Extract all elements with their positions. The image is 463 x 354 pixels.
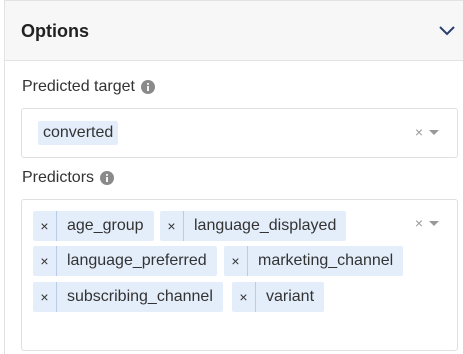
tag-label: language_displayed xyxy=(194,217,337,234)
predictors-label: Predictors xyxy=(22,169,95,186)
options-panel: Options Predicted target converted × Pre… xyxy=(4,0,463,354)
remove-tag-icon[interactable]: × xyxy=(33,211,57,241)
clear-selection-icon[interactable]: × xyxy=(415,215,423,231)
options-header[interactable]: Options xyxy=(5,1,463,61)
predicted-target-select[interactable]: converted × xyxy=(21,108,458,158)
predictor-tag: × language_preferred xyxy=(33,246,217,276)
tag-label: language_preferred xyxy=(67,252,207,269)
info-icon[interactable] xyxy=(140,80,155,94)
tag-label: converted xyxy=(43,124,114,141)
predictors-select[interactable]: × age_group × language_displayed × langu… xyxy=(21,199,458,351)
predictor-tag: × language_displayed xyxy=(160,211,347,241)
tag-label: marketing_channel xyxy=(258,252,394,269)
predictor-tag: × marketing_channel xyxy=(224,246,404,276)
options-title: Options xyxy=(21,21,89,41)
remove-tag-icon[interactable]: × xyxy=(232,282,256,312)
remove-tag-icon[interactable]: × xyxy=(160,211,184,241)
info-icon[interactable] xyxy=(100,171,115,185)
selected-tag: converted xyxy=(38,121,119,145)
remove-tag-icon[interactable]: × xyxy=(33,282,57,312)
dropdown-arrow-icon[interactable] xyxy=(429,221,439,226)
predicted-target-label-row: Predicted target xyxy=(22,78,155,96)
predictor-tag: × variant xyxy=(232,282,325,312)
predictor-tag: × subscribing_channel xyxy=(33,282,223,312)
predictors-label-row: Predictors xyxy=(22,169,115,187)
predictor-tag: × age_group xyxy=(33,211,154,241)
tag-label: variant xyxy=(266,288,315,305)
dropdown-arrow-icon[interactable] xyxy=(429,130,439,135)
remove-tag-icon[interactable]: × xyxy=(224,246,248,276)
chevron-down-icon[interactable] xyxy=(437,21,457,41)
remove-tag-icon[interactable]: × xyxy=(33,246,57,276)
clear-selection-icon[interactable]: × xyxy=(415,124,423,140)
tag-label: age_group xyxy=(67,217,144,234)
predicted-target-label: Predicted target xyxy=(22,78,135,95)
tag-label: subscribing_channel xyxy=(67,288,213,305)
